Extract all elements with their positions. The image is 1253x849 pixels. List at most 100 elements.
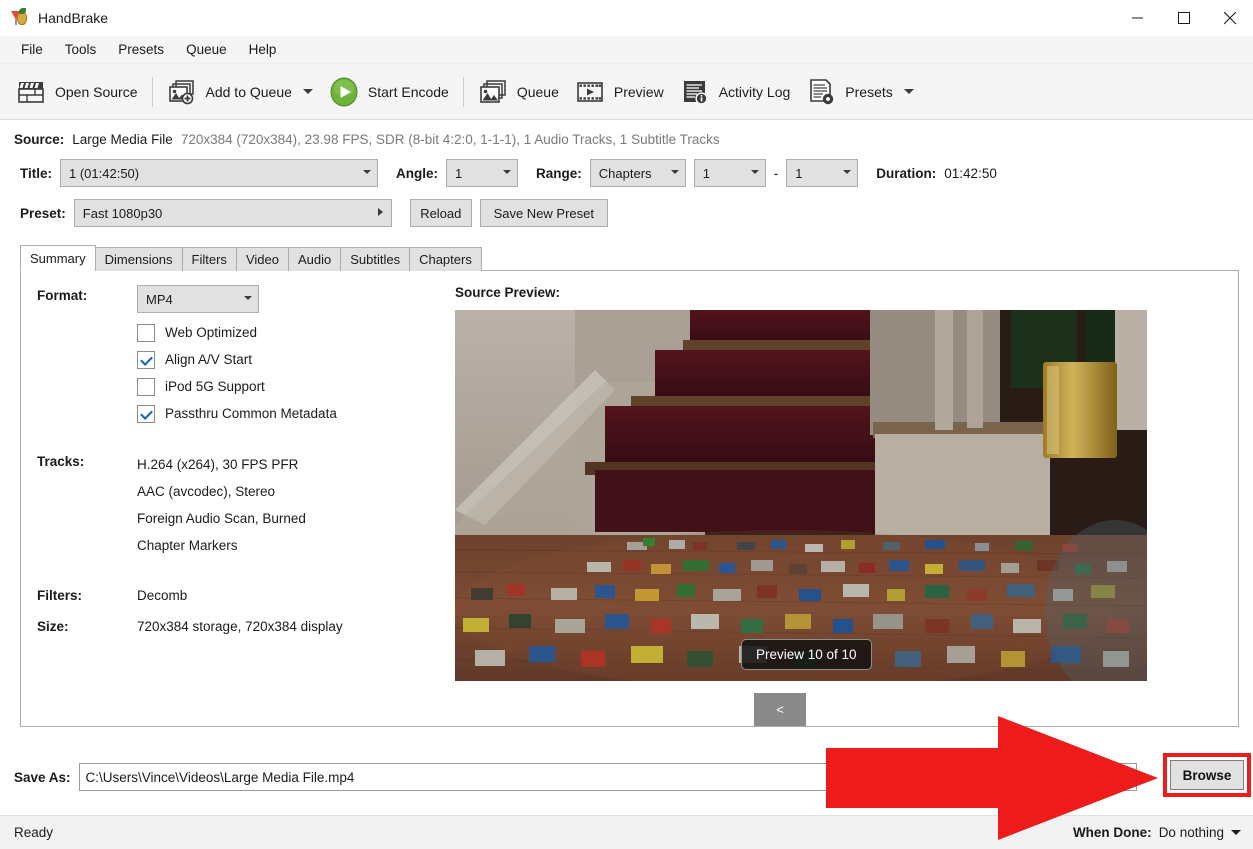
preview-prev-button[interactable]: < (754, 693, 806, 726)
preview-label: Preview (613, 83, 664, 100)
preset-gear-icon (806, 77, 836, 107)
menu-item-presets[interactable]: Presets (107, 38, 175, 61)
tab-filters[interactable]: Filters (181, 247, 237, 271)
title-bar: HandBrake (0, 0, 1253, 36)
range-label: Range: (536, 165, 582, 181)
angle-select-value: 1 (455, 165, 463, 181)
chevron-down-icon-angle (503, 170, 512, 178)
green-play-icon (329, 77, 359, 107)
handbrake-pineapple-icon (11, 8, 29, 27)
menu-item-tools[interactable]: Tools (54, 38, 108, 61)
duration-label: Duration: (876, 165, 937, 181)
chevron-down-icon-range (670, 170, 679, 178)
log-info-icon (680, 77, 710, 107)
start-encode-button[interactable]: Start Encode (321, 70, 457, 114)
add-to-queue-button[interactable]: Add to Queue (159, 70, 321, 114)
app-title: HandBrake (38, 10, 109, 26)
duration-value: 01:42:50 (944, 165, 997, 181)
open-source-button[interactable]: Open Source (8, 70, 146, 114)
format-select[interactable]: MP4 (137, 285, 259, 313)
chevron-down-icon-presets[interactable] (903, 89, 914, 94)
angle-select[interactable]: 1 (446, 159, 519, 187)
title-row: Title: 1 (01:42:50) Angle: 1 Range: Chap… (0, 153, 1253, 191)
activity-log-button[interactable]: Activity Log (672, 70, 799, 114)
filters-label: Filters: (37, 588, 83, 603)
presets-toolbar-button[interactable]: Presets (798, 70, 921, 114)
menu-item-help[interactable]: Help (238, 38, 288, 61)
chevron-down-icon[interactable] (302, 89, 313, 94)
close-icon[interactable] (1207, 0, 1253, 36)
format-label: Format: (37, 288, 88, 303)
film-strip-play-icon (575, 77, 605, 107)
track-line: AAC (avcodec), Stereo (137, 484, 276, 499)
maximize-icon[interactable] (1161, 0, 1207, 36)
preset-select-value: Fast 1080p30 (82, 205, 163, 221)
title-select[interactable]: 1 (01:42:50) (60, 159, 379, 187)
tab-dimensions[interactable]: Dimensions (94, 247, 183, 271)
toolbar-separator-2 (462, 76, 464, 107)
preset-select[interactable]: Fast 1080p30 (73, 199, 392, 227)
checkbox-passthru-metadata[interactable] (137, 404, 155, 423)
preview-scene (455, 310, 1147, 681)
reload-button[interactable]: Reload (409, 199, 472, 227)
filters-value: Decomb (137, 588, 188, 603)
format-options-group: Web Optimized Align A/V Start iPod 5G Su… (137, 319, 441, 427)
tab-summary[interactable]: Summary (20, 245, 96, 271)
range-type-select[interactable]: Chapters (589, 159, 686, 187)
checkbox-label-passthru-metadata: Passthru Common Metadata (165, 406, 337, 421)
checkbox-row-align-av-start[interactable]: Align A/V Start (137, 346, 441, 373)
checkbox-align-av-start[interactable] (137, 350, 155, 369)
tab-audio[interactable]: Audio (287, 247, 342, 271)
chevron-down-icon-format (244, 296, 252, 304)
title-label: Title: (20, 165, 53, 181)
queue-label: Queue (516, 83, 559, 100)
browse-button[interactable]: Browse (1170, 760, 1244, 790)
range-dash: - (773, 165, 779, 181)
summary-left-column: Format: MP4 Web Optimized Align A/V Star… (21, 285, 441, 726)
tab-video[interactable]: Video (235, 247, 289, 271)
tab-chapters[interactable]: Chapters (409, 247, 482, 271)
tracks-row: Tracks: H.264 (x264), 30 FPS PFR AAC (av… (37, 451, 441, 559)
source-row: Source: Large Media File 720x384 (720x38… (0, 120, 1253, 153)
when-done-value: Do nothing (1158, 825, 1224, 840)
chevron-down-icon-when-done[interactable] (1231, 830, 1241, 835)
menu-item-queue[interactable]: Queue (175, 38, 238, 61)
status-text: Ready (14, 825, 54, 840)
tracks-label: Tracks: (37, 454, 85, 469)
tabs-wrap: Summary Dimensions Filters Video Audio S… (0, 231, 1253, 271)
preview-counter-badge: Preview 10 of 10 (741, 639, 872, 670)
toolbar-separator (151, 76, 153, 107)
checkbox-web-optimized[interactable] (137, 323, 155, 342)
red-right-arrow-annotation (826, 716, 1158, 842)
tracks-list: H.264 (x264), 30 FPS PFR AAC (avcodec), … (137, 451, 306, 559)
range-start-select[interactable]: 1 (693, 159, 766, 187)
size-label: Size: (37, 619, 69, 634)
checkbox-row-web-optimized[interactable]: Web Optimized (137, 319, 441, 346)
checkbox-row-ipod-5g-support[interactable]: iPod 5G Support (137, 373, 441, 400)
tab-bar: Summary Dimensions Filters Video Audio S… (20, 245, 1253, 271)
checkbox-ipod-5g-support[interactable] (137, 377, 155, 396)
window-controls (1115, 0, 1253, 36)
queue-button[interactable]: Queue (470, 70, 567, 114)
menu-item-file[interactable]: File (10, 38, 54, 61)
toolbar: Open Source Add to Queue Start Encode Qu… (0, 64, 1253, 120)
range-end-select[interactable]: 1 (786, 159, 859, 187)
activity-log-label: Activity Log (718, 83, 791, 100)
film-slate-icon (16, 77, 46, 107)
minimize-icon[interactable] (1115, 0, 1161, 36)
save-new-preset-button[interactable]: Save New Preset (479, 199, 608, 227)
size-value: 720x384 storage, 720x384 display (137, 619, 343, 634)
add-to-queue-label: Add to Queue (205, 83, 292, 100)
add-image-icon (167, 77, 197, 107)
range-type-value: Chapters (598, 165, 652, 181)
start-encode-label: Start Encode (367, 83, 449, 100)
tab-subtitles[interactable]: Subtitles (340, 247, 411, 271)
track-line: H.264 (x264), 30 FPS PFR (137, 457, 299, 472)
summary-tab-panel: Format: MP4 Web Optimized Align A/V Star… (20, 270, 1239, 727)
source-preview-image[interactable]: Preview 10 of 10 (455, 310, 1147, 681)
preview-button[interactable]: Preview (567, 70, 672, 114)
chevron-right-icon-preset (377, 208, 384, 218)
open-source-label: Open Source (55, 83, 138, 100)
track-line: Chapter Markers (137, 538, 238, 553)
checkbox-row-passthru-metadata[interactable]: Passthru Common Metadata (137, 400, 441, 427)
